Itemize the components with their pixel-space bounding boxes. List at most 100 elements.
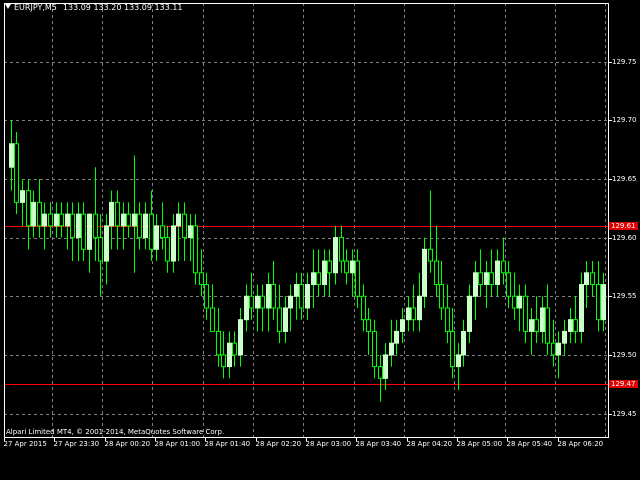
candle <box>277 284 282 344</box>
candle <box>489 249 494 297</box>
candle <box>568 307 573 344</box>
candle-body <box>87 213 92 250</box>
candle <box>506 261 511 308</box>
candle <box>299 272 304 320</box>
candle <box>238 307 243 367</box>
candle-body <box>9 143 14 168</box>
candle <box>182 202 187 262</box>
candle-body <box>115 201 120 227</box>
candle <box>601 272 606 332</box>
candle-body <box>182 213 187 239</box>
candle-body <box>400 319 405 332</box>
candle-body <box>439 284 444 309</box>
x-tick-label: 28 Apr 02:20 <box>255 440 302 448</box>
candle-body <box>556 342 561 356</box>
candle-body <box>98 237 103 262</box>
candle <box>227 331 232 379</box>
y-tick-label: 129.55 <box>612 291 637 300</box>
candle-body <box>333 237 338 274</box>
candle-body <box>20 190 25 203</box>
candle-body <box>294 284 299 297</box>
candle <box>478 249 483 297</box>
candle-body <box>54 213 59 227</box>
candle-body <box>305 284 310 309</box>
candle <box>93 167 98 262</box>
candle <box>14 132 19 215</box>
candle-body <box>193 225 198 274</box>
candle <box>461 319 466 367</box>
candle <box>316 249 321 297</box>
candle <box>311 249 316 308</box>
candle <box>579 272 584 344</box>
candle-body <box>37 201 42 227</box>
candle <box>406 296 411 332</box>
candle <box>495 249 500 297</box>
x-tick-label: 28 Apr 01:40 <box>204 440 251 448</box>
candle <box>104 214 109 285</box>
candle-body <box>512 295 517 309</box>
candle <box>87 213 92 273</box>
candle <box>210 284 215 332</box>
candle-body <box>271 284 276 309</box>
candle-body <box>478 272 483 286</box>
candle <box>143 202 148 250</box>
candle-body <box>428 248 433 262</box>
candle <box>31 190 36 238</box>
candle <box>434 225 439 297</box>
price-chart[interactable] <box>0 0 640 480</box>
candle-body <box>590 272 595 286</box>
candle-body <box>534 319 539 332</box>
candle <box>244 284 249 332</box>
candle-body <box>316 272 321 286</box>
candle <box>232 331 237 367</box>
candle <box>484 261 489 308</box>
candle <box>249 272 254 320</box>
candle-body <box>467 295 472 332</box>
candle-body <box>42 213 47 227</box>
candle-body <box>266 284 271 309</box>
candle-body <box>154 225 159 250</box>
candle-body <box>221 354 226 368</box>
candle-body <box>601 284 606 321</box>
menu-triangle-icon[interactable] <box>5 4 11 9</box>
candle <box>596 261 601 332</box>
candle-body <box>137 213 142 239</box>
y-tick-label: 129.70 <box>612 115 637 124</box>
candle <box>70 202 75 262</box>
candle-body <box>70 213 75 239</box>
candle-body <box>188 225 193 239</box>
candle-body <box>76 213 81 239</box>
candle <box>154 214 159 262</box>
candle-body <box>143 213 148 239</box>
price-level-label: 129.61 <box>609 221 638 230</box>
candle <box>204 272 209 320</box>
candle-body <box>160 225 165 239</box>
candle <box>271 261 276 320</box>
candle-body <box>417 295 422 321</box>
candle <box>467 284 472 344</box>
candle <box>344 249 349 285</box>
candle <box>389 319 394 367</box>
candle-body <box>406 307 411 321</box>
candle <box>216 307 221 367</box>
candle-body <box>238 319 243 356</box>
chart-header: EURJPY,M5 133.09 133.20 133.09 133.11 <box>5 3 183 12</box>
y-tick-label: 129.45 <box>612 409 637 418</box>
candles <box>9 120 606 402</box>
candle <box>59 202 64 238</box>
candle-body <box>378 366 383 379</box>
candle <box>327 249 332 297</box>
candle-body <box>14 143 19 203</box>
candle-body <box>171 225 176 262</box>
candle <box>283 296 288 344</box>
candle <box>305 272 310 320</box>
candle-body <box>579 284 584 332</box>
candle-body <box>394 330 399 344</box>
candle-body <box>596 284 601 321</box>
candle-body <box>199 272 204 286</box>
x-tick-label: 27 Apr 23:30 <box>53 440 100 448</box>
candle <box>473 261 478 320</box>
candle <box>428 190 433 273</box>
candle-body <box>411 307 416 321</box>
candle <box>322 249 327 297</box>
